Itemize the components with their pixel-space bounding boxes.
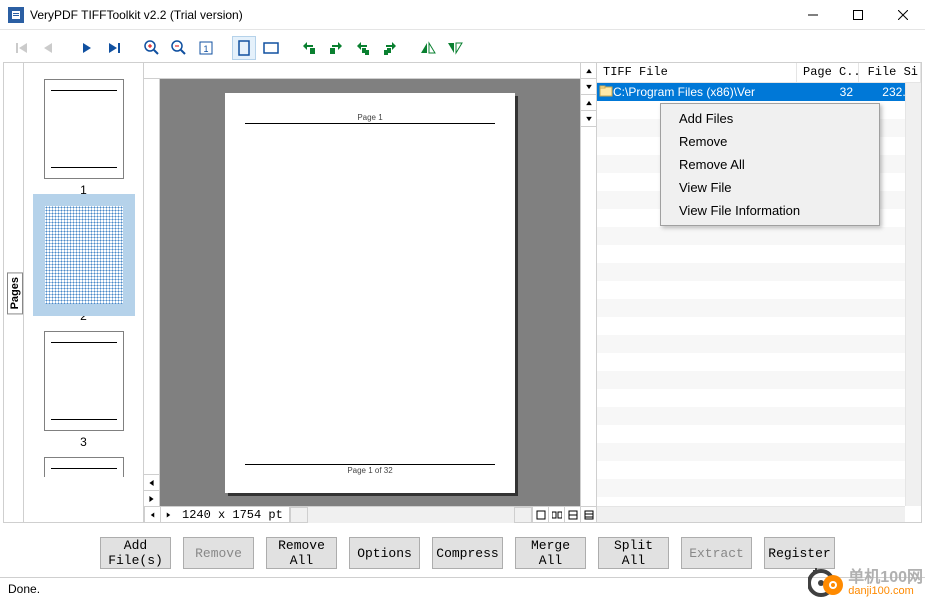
ctx-view-info[interactable]: View File Information	[663, 199, 877, 222]
window-title: VeryPDF TIFFToolkit v2.2 (Trial version)	[30, 8, 243, 22]
ctx-view-file[interactable]: View File	[663, 176, 877, 199]
remove-button: Remove	[183, 537, 254, 569]
minimize-button[interactable]	[790, 0, 835, 29]
preview-ruler-top	[144, 63, 580, 79]
button-bar: Add File(s) Remove Remove All Options Co…	[0, 529, 925, 577]
context-menu: Add Files Remove Remove All View File Vi…	[660, 103, 880, 226]
add-files-button[interactable]: Add File(s)	[100, 537, 171, 569]
toolbar: 1	[0, 30, 925, 62]
ctx-remove[interactable]: Remove	[663, 130, 877, 153]
svg-text:1: 1	[203, 44, 208, 54]
ctx-add-files[interactable]: Add Files	[663, 107, 877, 130]
preview-panel: Page 1 Page 1 of 32 1240 x 1754 pt	[144, 63, 596, 522]
preview-opt-4[interactable]	[580, 507, 596, 523]
fit-width-button[interactable]	[259, 36, 283, 60]
preview-statusbar: 1240 x 1754 pt	[144, 506, 596, 522]
fit-page-button[interactable]	[232, 36, 256, 60]
preview-opt-2[interactable]	[548, 507, 564, 523]
zoom-out-button[interactable]	[167, 36, 191, 60]
app-icon	[8, 7, 24, 23]
merge-all-button[interactable]: Merge All	[515, 537, 586, 569]
status-bar: Done.	[0, 577, 925, 603]
options-button[interactable]: Options	[349, 537, 420, 569]
thumbnails-panel: 1 2 3	[24, 63, 144, 522]
first-page-button[interactable]	[10, 36, 34, 60]
preview-up-btn-2[interactable]	[581, 95, 596, 111]
ctx-remove-all[interactable]: Remove All	[663, 153, 877, 176]
preview-page: Page 1 Page 1 of 32	[225, 93, 515, 493]
zoom-in-button[interactable]	[140, 36, 164, 60]
thumbnail-3[interactable]	[44, 331, 124, 431]
window-controls	[790, 0, 925, 29]
file-icon	[597, 85, 613, 100]
pages-tab-label: Pages	[7, 272, 23, 314]
next-page-button[interactable]	[75, 36, 99, 60]
extract-button: Extract	[681, 537, 752, 569]
preview-nav-left	[144, 79, 160, 506]
remove-all-button[interactable]: Remove All	[266, 537, 337, 569]
col-file[interactable]: TIFF File	[597, 63, 797, 82]
file-list-header: TIFF File Page C... File Si	[597, 63, 921, 83]
thumbnail-1-number: 1	[24, 183, 143, 197]
preview-down-btn-2[interactable]	[581, 111, 596, 127]
thumbnail-2-number: 2	[24, 309, 143, 323]
last-page-button[interactable]	[102, 36, 126, 60]
file-row[interactable]: C:\Program Files (x86)\Ver 32 232.01	[597, 83, 921, 101]
thumbnail-1[interactable]	[44, 79, 124, 179]
watermark: 单机100网 danji100.com	[808, 565, 923, 601]
col-pages[interactable]: Page C...	[797, 63, 859, 82]
preview-right-btn[interactable]	[144, 490, 159, 506]
rotate-right-button[interactable]	[324, 36, 348, 60]
thumbnail-2[interactable]	[44, 205, 124, 305]
file-path: C:\Program Files (x86)\Ver	[613, 85, 797, 99]
split-all-button[interactable]: Split All	[598, 537, 669, 569]
preview-canvas[interactable]: Page 1 Page 1 of 32	[160, 79, 580, 506]
file-list-vscrollbar[interactable]	[905, 83, 921, 506]
preview-down-btn-1[interactable]	[581, 79, 596, 95]
flip-horizontal-button[interactable]	[416, 36, 440, 60]
titlebar: VeryPDF TIFFToolkit v2.2 (Trial version)	[0, 0, 925, 30]
thumbnail-3-number: 3	[24, 435, 143, 449]
rotate-all-left-button[interactable]	[351, 36, 375, 60]
maximize-button[interactable]	[835, 0, 880, 29]
preview-left-btn[interactable]	[144, 474, 159, 490]
watermark-text-2: danji100.com	[848, 586, 923, 597]
file-pages: 32	[797, 85, 859, 99]
page-header-text: Page 1	[225, 113, 515, 122]
col-size[interactable]: File Si	[859, 63, 921, 82]
preview-opt-1[interactable]	[532, 507, 548, 523]
page-footer-text: Page 1 of 32	[225, 466, 515, 475]
thumbnail-4[interactable]	[44, 457, 124, 477]
preview-scroll-right[interactable]	[160, 507, 176, 523]
watermark-logo-icon	[808, 565, 844, 601]
preview-up-btn-1[interactable]	[581, 63, 596, 79]
flip-vertical-button[interactable]	[443, 36, 467, 60]
rotate-left-button[interactable]	[297, 36, 321, 60]
preview-scroll-left[interactable]	[144, 507, 160, 523]
prev-page-button[interactable]	[37, 36, 61, 60]
file-list-hscrollbar[interactable]	[597, 506, 905, 522]
actual-size-button[interactable]: 1	[194, 36, 218, 60]
rotate-all-right-button[interactable]	[378, 36, 402, 60]
compress-button[interactable]: Compress	[432, 537, 503, 569]
close-button[interactable]	[880, 0, 925, 29]
preview-nav-right	[580, 63, 596, 506]
preview-hscrollbar[interactable]	[289, 507, 532, 523]
preview-dimensions: 1240 x 1754 pt	[176, 508, 289, 522]
status-text: Done.	[8, 582, 40, 596]
pages-tab[interactable]: Pages	[4, 63, 24, 522]
watermark-text-1: 单机100网	[848, 570, 923, 586]
preview-opt-3[interactable]	[564, 507, 580, 523]
